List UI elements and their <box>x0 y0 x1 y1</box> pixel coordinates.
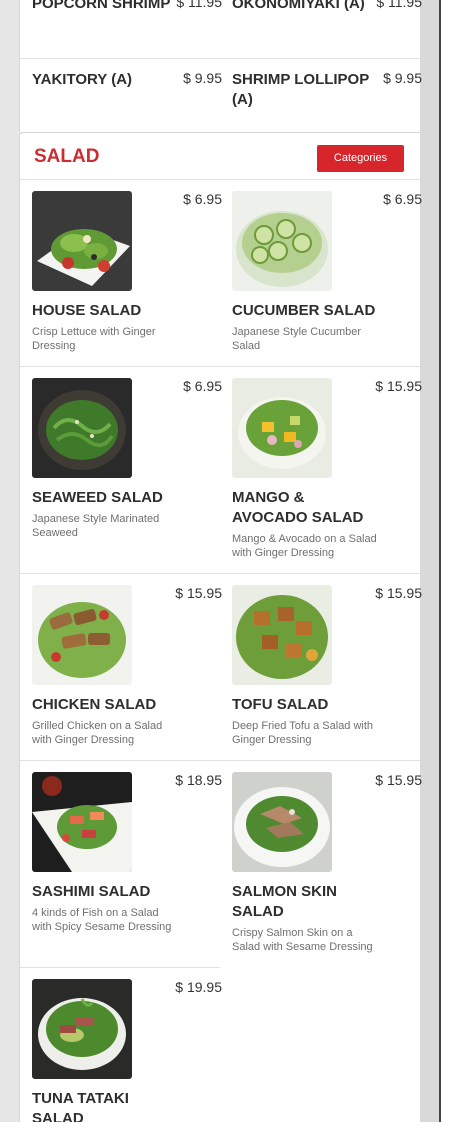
item-description: Crispy Salmon Skin on a Salad with Sesam… <box>232 927 373 953</box>
menu-item-okonomiyaki[interactable]: OKONOMIYAKI (A) $ 11.95 <box>232 0 422 34</box>
menu-item-chicken-salad[interactable]: $ 15.95 CHICKEN SALAD Grilled Chicken on… <box>32 585 222 755</box>
category-title: SALAD <box>34 146 100 167</box>
item-name: YAKITORY (A) <box>32 71 133 88</box>
menu-item-salmon-skin-salad[interactable]: $ 15.95 SALMON SKIN SALAD Crispy Salmon … <box>232 772 422 962</box>
tofu-salad-photo <box>232 585 332 685</box>
item-price: $ 11.95 <box>376 0 422 10</box>
row-divider <box>20 967 220 968</box>
item-description: Grilled Chicken on a Salad with Ginger D… <box>32 720 163 746</box>
tuna-tataki-salad-photo <box>32 979 132 1079</box>
menu-item-shrimp-lollipop[interactable]: SHRIMP LOLLIPOP (A) $ 9.95 <box>232 70 422 120</box>
item-price: $ 6.95 <box>383 191 422 207</box>
row-divider <box>20 366 420 367</box>
menu-item-yakitory[interactable]: YAKITORY (A) $ 9.95 <box>32 70 222 120</box>
house-salad-photo <box>32 191 132 291</box>
cucumber-salad-photo <box>232 191 332 291</box>
previous-category-panel: POPCORN SHRIMP $ 11.95 OKONOMIYAKI (A) $… <box>19 0 422 132</box>
menu-item-mango-avocado-salad[interactable]: $ 15.95 MANGO & AVOCADO SALAD Mango & Av… <box>232 378 422 568</box>
menu-item-sashimi-salad[interactable]: $ 18.95 SASHIMI SALAD 4 kinds of Fish on… <box>32 772 222 962</box>
menu-item-cucumber-salad[interactable]: $ 6.95 CUCUMBER SALAD Japanese Style Cuc… <box>232 191 422 361</box>
row-divider <box>20 58 420 59</box>
item-description: Japanese Style Marinated Seaweed <box>32 513 160 539</box>
salmon-skin-salad-photo <box>232 772 332 872</box>
item-name: SHRIMP LOLLIPOP (A) <box>232 71 369 108</box>
menu-item-popcorn-shrimp[interactable]: POPCORN SHRIMP $ 11.95 <box>32 0 222 34</box>
mango-avocado-salad-photo <box>232 378 332 478</box>
item-price: $ 6.95 <box>183 191 222 207</box>
item-name: CUCUMBER SALAD <box>232 302 376 319</box>
item-price: $ 15.95 <box>375 585 422 601</box>
item-name: TUNA TATAKI SALAD <box>32 1090 129 1122</box>
item-price: $ 15.95 <box>175 585 222 601</box>
item-price: $ 11.95 <box>176 0 222 10</box>
categories-button[interactable]: Categories <box>317 145 404 172</box>
page-gutter <box>420 0 440 1122</box>
menu-item-seaweed-salad[interactable]: $ 6.95 SEAWEED SALAD Japanese Style Mari… <box>32 378 222 568</box>
item-name: TOFU SALAD <box>232 696 329 713</box>
menu-item-house-salad[interactable]: $ 6.95 HOUSE SALAD Crisp Lettuce with Gi… <box>32 191 222 361</box>
item-name: SASHIMI SALAD <box>32 883 151 900</box>
row-divider <box>20 760 420 761</box>
item-price: $ 19.95 <box>175 979 222 995</box>
menu-item-tuna-tataki-salad[interactable]: $ 19.95 TUNA TATAKI SALAD <box>32 979 222 1122</box>
item-name: CHICKEN SALAD <box>32 696 157 713</box>
item-price: $ 6.95 <box>183 378 222 394</box>
item-description: Deep Fried Tofu a Salad with Ginger Dres… <box>232 720 374 746</box>
salad-category-panel: SALAD Categories $ 6.95 HOUSE SALAD Cris… <box>19 132 422 1122</box>
seaweed-salad-photo <box>32 378 132 478</box>
header-divider <box>20 179 420 180</box>
item-name: SEAWEED SALAD <box>32 489 163 506</box>
page-edge <box>441 0 450 1122</box>
item-name: SALMON SKIN SALAD <box>232 883 337 920</box>
item-name: OKONOMIYAKI (A) <box>232 0 365 12</box>
item-name: POPCORN SHRIMP <box>32 0 171 12</box>
item-description: 4 kinds of Fish on a Salad with Spicy Se… <box>32 907 172 933</box>
chicken-salad-photo <box>32 585 132 685</box>
item-description: Mango & Avocado on a Salad with Ginger D… <box>232 533 377 559</box>
item-price: $ 15.95 <box>375 772 422 788</box>
item-description: Japanese Style Cucumber Salad <box>232 326 362 352</box>
item-price: $ 18.95 <box>175 772 222 788</box>
row-divider <box>20 573 420 574</box>
sashimi-salad-photo <box>32 772 132 872</box>
item-description: Crisp Lettuce with Ginger Dressing <box>32 326 156 352</box>
menu-item-tofu-salad[interactable]: $ 15.95 TOFU SALAD Deep Fried Tofu a Sal… <box>232 585 422 755</box>
item-price: $ 9.95 <box>383 70 422 86</box>
item-name: HOUSE SALAD <box>32 302 142 319</box>
item-price: $ 15.95 <box>375 378 422 394</box>
item-name: MANGO & AVOCADO SALAD <box>232 489 364 526</box>
item-price: $ 9.95 <box>183 70 222 86</box>
